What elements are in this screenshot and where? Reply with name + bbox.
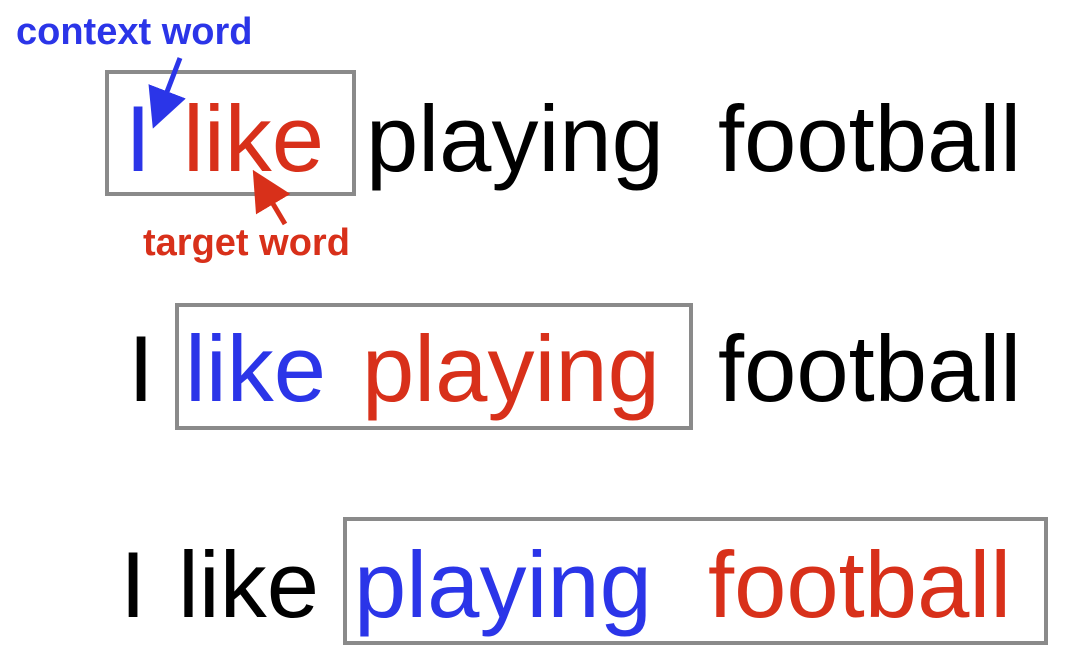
target-word-arrow [252,169,291,226]
annotation-arrows [148,57,291,226]
context-word-arrow [148,57,186,129]
